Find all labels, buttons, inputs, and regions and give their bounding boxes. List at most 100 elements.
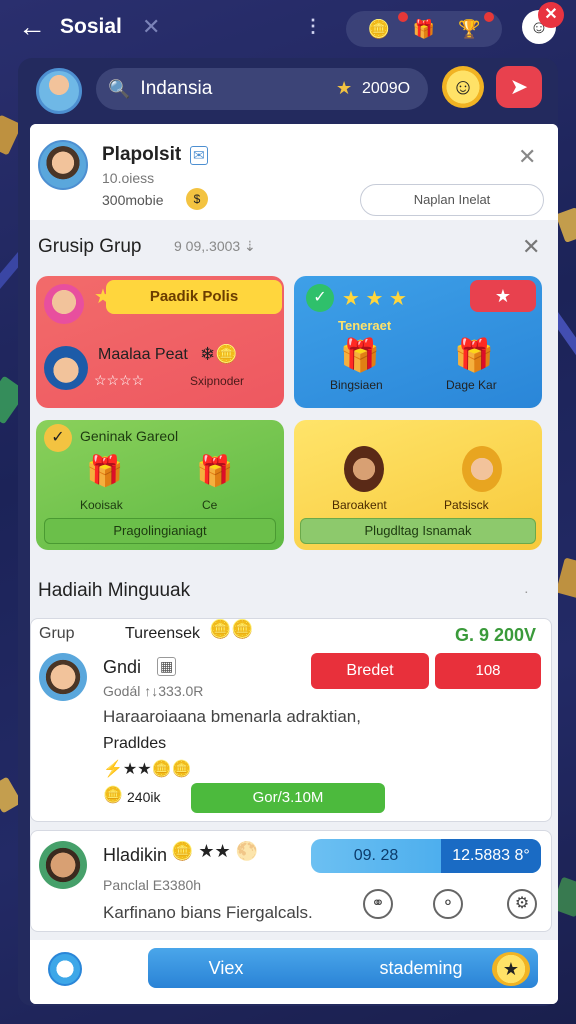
reward-card: Grup Tureensek 🪙🪙 G. 9 200V Gndi ▦ Godál…	[30, 618, 552, 822]
content-area: Plapolsit ✉ 10.oiess 300mobie $ ✕ Naplan…	[30, 124, 558, 1004]
star-icon: ⚡★★🪙🪙	[103, 761, 192, 778]
group-tile[interactable]: ✓ ★ ★ ★ ★ Teneraet 🎁 🎁 Bingsiaen Dage Ka…	[294, 276, 542, 408]
search-coin-value: 2009O	[362, 80, 411, 97]
search-box[interactable]: 🔍 ★ 2009O	[96, 68, 428, 110]
group-tile[interactable]: Baroakent Patsisck Plugdltag Isnamak	[294, 420, 542, 550]
avatar[interactable]	[39, 841, 87, 889]
app-title: Sosial	[60, 15, 122, 38]
avatar[interactable]	[36, 68, 82, 114]
card-name: Gndi	[103, 657, 142, 677]
close-icon[interactable]: ✕	[142, 14, 160, 40]
view-button[interactable]: Viex	[148, 948, 304, 988]
card-description: Haraaroiaana bmenarla adraktian,	[103, 707, 361, 726]
coin-icon: ★	[336, 78, 353, 98]
tile-banner: Paadik Polis	[106, 280, 282, 314]
search-icon: 🔍	[108, 78, 131, 99]
tile-caption: Kooisak	[80, 498, 123, 512]
close-icon[interactable]: ✕	[518, 144, 536, 170]
tile-caption: Patsisck	[444, 498, 489, 512]
trophy-icon: 🏆	[458, 18, 481, 39]
avatar	[44, 346, 88, 390]
avatar	[44, 284, 84, 324]
tile-caption: Ce	[202, 498, 218, 512]
refresh-icon[interactable]: ⚬	[433, 889, 463, 919]
close-icon[interactable]: ✕	[522, 234, 540, 260]
background-confetti	[555, 207, 576, 243]
avatar[interactable]	[39, 653, 87, 701]
profile-coins: 300mobie	[102, 192, 164, 208]
settings-icon[interactable]: ⚙	[507, 889, 537, 919]
coin-icon: ❄🪙	[200, 344, 238, 364]
plane-icon[interactable]: ➤	[496, 66, 542, 108]
weekly-title: Hadiaih Minguuak	[38, 580, 191, 601]
treasure-icon: 🎁	[454, 337, 494, 373]
gift-icon: 🎁	[86, 455, 124, 488]
card-sub: Panclal E3380h	[103, 877, 202, 893]
tile-bar-button[interactable]: Plugdltag Isnamak	[300, 518, 536, 544]
avatar	[344, 446, 384, 492]
message-icon[interactable]: ✉	[190, 146, 208, 165]
profile-sub: 10.oiess	[102, 170, 155, 186]
score-right: 12.5883 8°	[441, 839, 541, 873]
star-icon: ★ ★ ★	[342, 288, 407, 310]
tile-caption: Baroakent	[332, 498, 387, 512]
card-sub: Godál ↑↓333.0R	[103, 683, 204, 699]
tile-name: Maalaa Peat	[98, 346, 188, 363]
card-group-label: Grup	[39, 625, 75, 642]
tile-rating: ☆☆☆☆	[94, 372, 145, 388]
chevron-down-icon[interactable]: ․	[524, 580, 529, 597]
arrow-left-icon[interactable]: ←	[18, 12, 48, 42]
profile-card: Plapolsit ✉ 10.oiess 300mobie $ ✕ Naplan…	[30, 124, 558, 220]
coin-icon: 🪙 ★★ 🌕	[171, 841, 259, 861]
groups-header: Grusip Grup 9 09,.3003 ⇣ ✕	[30, 224, 558, 270]
red-count-button[interactable]: 108	[435, 653, 541, 689]
tile-sub: Sxipnoder	[190, 374, 245, 388]
bottom-bar: Viex stademing ★	[30, 940, 558, 1004]
coin-icon: ✓	[44, 424, 72, 452]
tile-header: Geninak Gareol	[80, 428, 179, 444]
coin-icon: $	[186, 188, 208, 210]
top-bar: ← Sosial ✕ ⋮ 🪙 🎁 🏆 ☺ ✕	[0, 0, 576, 54]
gift-box-icon: 🎁	[340, 337, 380, 373]
groups-title: Grusip Grup	[38, 236, 142, 257]
coin-button[interactable]: ☺	[442, 66, 484, 108]
share-icon[interactable]: ⚭	[363, 889, 393, 919]
card-label: Pradldes	[103, 735, 167, 752]
card-amount: G. 9 200V	[455, 625, 537, 645]
tile-caption: Bingsiaen	[330, 378, 383, 392]
tile-caption: Dage Kar	[446, 378, 497, 392]
notification-dot	[484, 12, 494, 22]
gift-icon: 🎁	[412, 18, 436, 39]
groups-meta: 9 09,.3003 ⇣	[174, 238, 256, 254]
vertical-dots-icon[interactable]: ⋮	[304, 16, 322, 37]
profile-name: Plapolsit	[102, 144, 182, 165]
weekly-header: Hadiaih Minguuak ․	[30, 560, 558, 610]
notification-dot	[398, 12, 408, 22]
status-pill[interactable]: 🪙 🎁 🏆	[346, 11, 502, 47]
card-turn-label: Tureensek	[125, 625, 200, 642]
search-row: 🔍 ★ 2009O ☺ ➤	[18, 62, 558, 120]
group-tile[interactable]: ★ Paadik Polis Maalaa Peat ❄🪙 ☆☆☆☆ Sxipn…	[36, 276, 284, 408]
check-icon: ✓	[306, 284, 334, 312]
tile-bar-button[interactable]: Pragolingianiagt	[44, 518, 276, 544]
refresh-icon[interactable]	[48, 952, 82, 986]
coin-stack-icon: 🪙	[103, 787, 123, 804]
tile-label: Teneraet	[338, 318, 392, 333]
group-tile[interactable]: ✓ Geninak Gareol 🎁 🎁 Kooisak Ce Pragolin…	[36, 420, 284, 550]
profile-action-button[interactable]: Naplan Inelat	[360, 184, 544, 216]
card-coin-value: 240ik	[127, 789, 161, 805]
calendar-icon: ▦	[157, 657, 177, 676]
red-action-button[interactable]: Bredet	[311, 653, 429, 689]
card-description: Karfinano bians Fiergalcals.	[103, 903, 313, 922]
avatar	[462, 446, 502, 492]
gift-icon: 🎁	[196, 455, 234, 488]
coin-icon[interactable]: ★	[492, 952, 530, 986]
star-badge-icon: ★	[470, 280, 536, 312]
green-action-button[interactable]: Gor/3.10M	[191, 783, 385, 813]
close-icon[interactable]: ✕	[538, 2, 564, 28]
coin-icon: 🪙🪙	[209, 619, 254, 639]
avatar[interactable]	[38, 140, 88, 190]
score-pill[interactable]: 09. 28 12.5883 8°	[311, 839, 541, 873]
search-input[interactable]	[140, 78, 341, 100]
reward-card: Hladikin 🪙 ★★ 🌕 Panclal E3380h Karfinano…	[30, 830, 552, 932]
